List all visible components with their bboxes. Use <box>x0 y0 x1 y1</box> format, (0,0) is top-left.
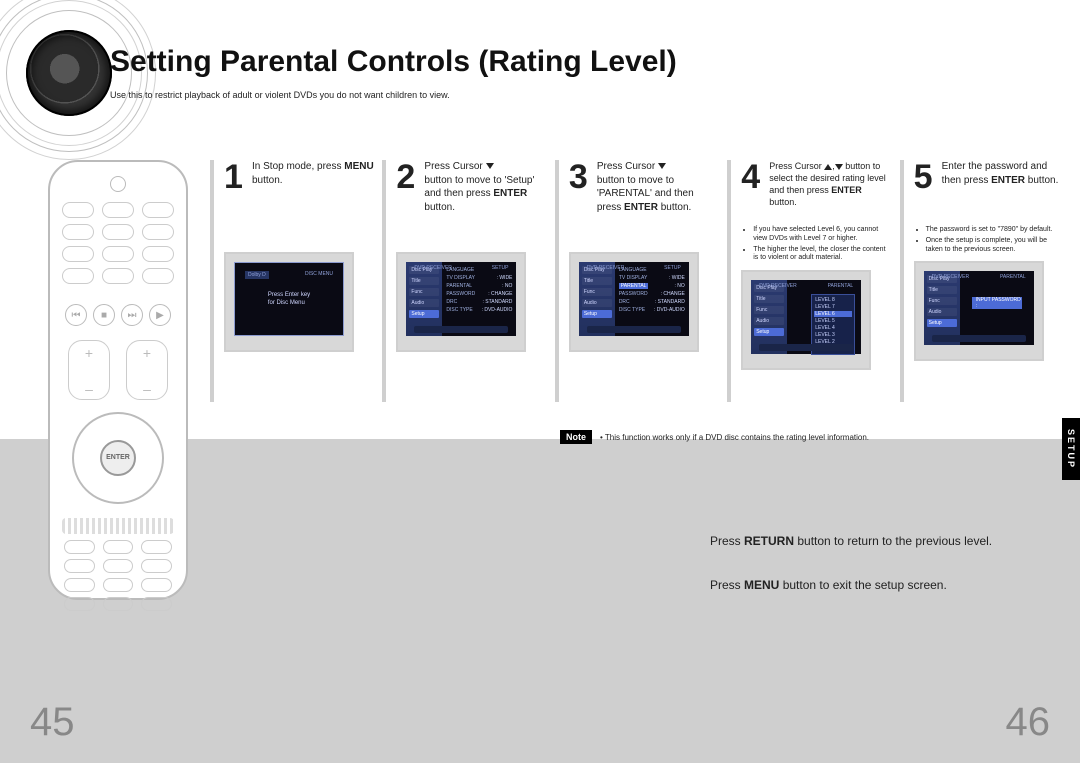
osd-message: Press Enter key for Disc Menu <box>268 291 310 308</box>
osd-screenshot-3: DVD RECEIVERSETUP Disc PlayTitleFuncAudi… <box>569 252 699 352</box>
osd-main: LANGUAGE TV DISPLAY: WIDE PARENTAL: NO P… <box>442 262 516 336</box>
page-title: Setting Parental Controls (Rating Level) <box>110 45 1060 79</box>
step-bullets: If you have selected Level 6, you cannot… <box>741 226 891 263</box>
bottom-instructions: Press RETURN button to return to the pre… <box>710 532 1050 620</box>
section-tab-setup: SETUP <box>1062 418 1080 480</box>
osd-screenshot-2: DVD RECEIVERSETUP Disc PlayTitleFuncAudi… <box>396 252 526 352</box>
step-text: Press Cursor button to move to 'PARENTAL… <box>597 160 719 214</box>
note-row: Note • This function works only if a DVD… <box>560 430 1060 444</box>
cursor-down-icon <box>658 163 666 169</box>
step-text: Enter the password and then press ENTER … <box>942 160 1064 187</box>
step-text: In Stop mode, press MENU button. <box>252 160 374 187</box>
step-separator <box>210 160 214 402</box>
osd-screenshot-5: DVD RECEIVERPARENTAL Disc PlayTitleFuncA… <box>914 261 1044 361</box>
step-number: 3 <box>569 160 591 194</box>
step-number: 5 <box>914 160 936 194</box>
note-text: • This function works only if a DVD disc… <box>600 433 869 442</box>
step-3: 3 Press Cursor button to move to 'PARENT… <box>569 160 719 402</box>
cursor-down-icon <box>486 163 494 169</box>
step-number: 2 <box>396 160 418 194</box>
step-1: 1 In Stop mode, press MENU button. Dolby… <box>224 160 374 402</box>
note-badge: Note <box>560 430 592 444</box>
step-text: Press Cursor , button to select the desi… <box>769 160 891 209</box>
step-5: 5 Enter the password and then press ENTE… <box>914 160 1064 402</box>
step-bullets: The password is set to "7890" by default… <box>914 226 1064 254</box>
step-separator <box>727 160 731 402</box>
step-number: 4 <box>741 160 763 194</box>
step-separator <box>382 160 386 402</box>
step-number: 1 <box>224 160 246 194</box>
step-separator <box>555 160 559 402</box>
step-4: 4 Press Cursor , button to select the de… <box>741 160 891 402</box>
remote-control-illustration: ⏮ ■ ⏭ ▶ ENTER <box>48 160 188 600</box>
page-number-right: 46 <box>1006 700 1051 745</box>
play-icon: ▶ <box>149 304 171 326</box>
step-separator <box>900 160 904 402</box>
step-text: Press Cursor button to move to 'Setup' a… <box>424 160 546 214</box>
osd-screenshot-1: Dolby D DISC MENU Press Enter key for Di… <box>224 252 354 352</box>
manual-page: Setting Parental Controls (Rating Level)… <box>0 0 1080 763</box>
speaker-graphic <box>26 30 112 116</box>
steps-row: 1 In Stop mode, press MENU button. Dolby… <box>210 160 1064 402</box>
page-subtitle: Use this to restrict playback of adult o… <box>110 90 1060 100</box>
step-2: 2 Press Cursor button to move to 'Setup'… <box>396 160 546 402</box>
stop-icon: ■ <box>93 304 115 326</box>
page-number-left: 45 <box>30 700 75 745</box>
osd-screenshot-4: DVD RECEIVERPARENTAL Disc PlayTitleFuncA… <box>741 270 871 370</box>
remote-tune-rocker <box>126 340 168 400</box>
remote-enter-label: ENTER <box>106 454 130 462</box>
remote-nav-wheel: ENTER <box>72 412 164 504</box>
prev-icon: ⏮ <box>65 304 87 326</box>
remote-number-pad <box>64 540 172 584</box>
remote-ir-led-icon <box>110 176 126 192</box>
remote-ridge <box>62 518 174 534</box>
remote-transport-row: ⏮ ■ ⏭ ▶ <box>62 304 174 330</box>
remote-upper-buttons <box>62 202 174 292</box>
password-field: INPUT PASSWORD : <box>972 297 1022 309</box>
remote-volume-rocker <box>68 340 110 400</box>
osd-sidebar: Disc PlayTitleFuncAudioSetup <box>406 262 442 336</box>
cursor-down-icon <box>835 164 843 170</box>
next-icon: ⏭ <box>121 304 143 326</box>
